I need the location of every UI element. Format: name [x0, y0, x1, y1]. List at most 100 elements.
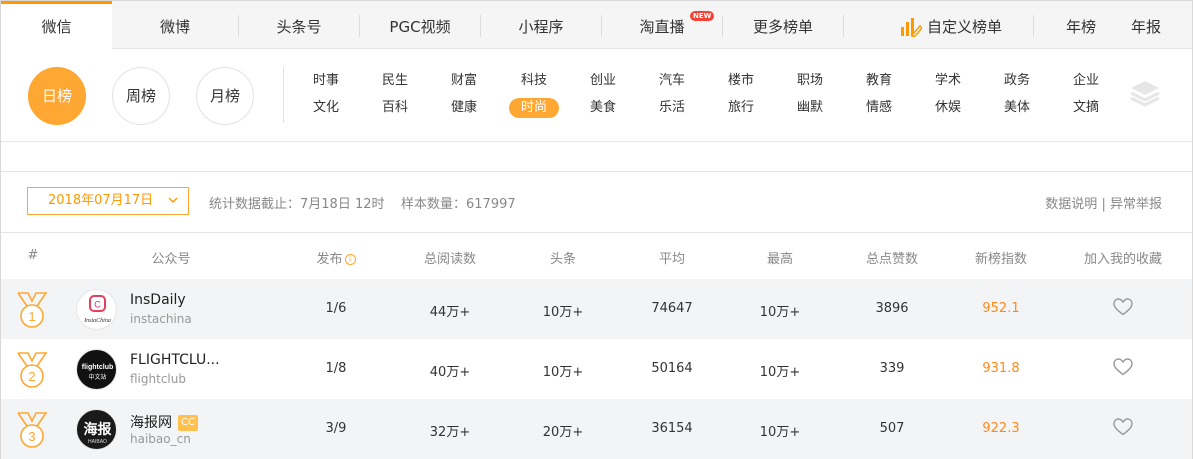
- category-row1-1[interactable]: 民生: [370, 71, 420, 91]
- report-abuse-link[interactable]: 异常举报: [1110, 197, 1162, 212]
- cell-total-read: 32万+: [429, 425, 471, 440]
- cell-headline: 10万+: [542, 305, 584, 320]
- category-row1-5[interactable]: 汽车: [647, 71, 697, 91]
- cell-likes: 339: [879, 361, 905, 376]
- rank-number: 3: [28, 429, 35, 444]
- help-links: 数据说明 | 异常举报: [1045, 193, 1162, 212]
- layers-icon[interactable]: [1129, 79, 1161, 109]
- cell-avg: 74647: [651, 301, 693, 316]
- account-name[interactable]: 海报网 CC: [130, 412, 198, 432]
- info-icon[interactable]: i: [344, 254, 356, 265]
- category-row1-2[interactable]: 财富: [439, 71, 489, 91]
- category-row2-3[interactable]: 时尚: [509, 98, 559, 118]
- category-row1-10[interactable]: 政务: [992, 71, 1042, 91]
- medal-icon: 3: [17, 412, 48, 448]
- table-row[interactable]: 2 flightclub 中文站 FLIGHTCLU... flightclub 1…: [1, 339, 1192, 399]
- avatar-text: 海报: [84, 421, 112, 438]
- heart-icon[interactable]: [1113, 358, 1133, 376]
- table-row[interactable]: 1 C InstaChina InsDaily instachina 1/6 44万+…: [1, 279, 1192, 339]
- col-average: 平均: [658, 252, 685, 267]
- avatar-text: flightclub: [82, 364, 114, 371]
- category-row1-6[interactable]: 楼市: [716, 71, 766, 91]
- col-likes: 总点赞数: [865, 252, 918, 267]
- category-row1-3[interactable]: 科技: [509, 71, 559, 91]
- category-row2-4[interactable]: 美食: [578, 98, 628, 118]
- category-row1-0[interactable]: 时事: [301, 71, 351, 91]
- col-favorite: 加入我的收藏: [1083, 252, 1162, 267]
- period-monthly[interactable]: 月榜: [196, 67, 254, 125]
- category-row2-9[interactable]: 休娱: [923, 98, 973, 118]
- category-row2-8[interactable]: 情感: [854, 98, 904, 118]
- category-row1-8[interactable]: 教育: [854, 71, 904, 91]
- stats-summary: 统计数据截止：7月18日 12时 样本数量：617997: [209, 197, 516, 212]
- date-picker[interactable]: 2018年07月17日: [27, 187, 189, 215]
- year-list-link[interactable]: 年榜: [1053, 1, 1109, 49]
- col-index: 新榜指数: [974, 252, 1027, 267]
- new-badge: NEW: [690, 11, 715, 21]
- tab-taobao-live[interactable]: 淘直播: [602, 1, 722, 49]
- cell-likes: 507: [879, 421, 905, 436]
- avatar[interactable]: C InstaChina: [76, 289, 117, 330]
- account-name-text[interactable]: InsDaily: [130, 292, 186, 308]
- category-row1-4[interactable]: 创业: [578, 71, 628, 91]
- cell-total-read: 40万+: [429, 365, 471, 380]
- account-name-text[interactable]: 海报网: [130, 415, 172, 431]
- col-max: 最高: [766, 252, 793, 267]
- cell-publish: 1/8: [325, 361, 347, 376]
- cell-avg: 50164: [651, 361, 693, 376]
- table-row[interactable]: 3 海报 HAIBAO 海报网 CC haibao_cn 3/9 32万+ 20万+ 361…: [1, 399, 1192, 459]
- tab-wechat[interactable]: 微信: [1, 1, 112, 50]
- cell-max: 10万+: [759, 305, 801, 320]
- top-nav: 微信 微博 头条号 PGC视频 小程序 淘直播 NEW 更多榜单 自定义榜单 年…: [1, 1, 1192, 50]
- account-name[interactable]: InsDaily: [130, 292, 186, 308]
- data-explain-link[interactable]: 数据说明: [1045, 197, 1097, 212]
- section-divider: [1, 141, 1192, 142]
- col-headline: 头条: [549, 252, 576, 267]
- cell-likes: 3896: [875, 301, 909, 316]
- filter-area: 日榜 周榜 月榜 时事 民生 财富 科技 创业 汽车 楼市 职场 教育 学术 政务 企业文化 百科 健康时…: [1, 49, 1192, 141]
- heart-icon[interactable]: [1113, 298, 1133, 316]
- category-row1-7[interactable]: 职场: [785, 71, 835, 91]
- tab-weibo[interactable]: 微博: [112, 1, 238, 49]
- col-total-read: 总阅读数: [423, 252, 476, 267]
- category-row2-7[interactable]: 幽默: [785, 98, 835, 118]
- cell-index: 931.8: [982, 361, 1020, 376]
- category-row1-9[interactable]: 学术: [923, 71, 973, 91]
- category-row1-11[interactable]: 企业: [1061, 71, 1111, 91]
- account-name[interactable]: FLIGHTCLU...: [130, 352, 220, 368]
- tab-mini-program[interactable]: 小程序: [481, 1, 601, 49]
- avatar[interactable]: flightclub 中文站: [76, 349, 117, 390]
- category-row2-10[interactable]: 美体: [992, 98, 1042, 118]
- cell-headline: 10万+: [542, 365, 584, 380]
- tab-pgc-video[interactable]: PGC视频: [360, 1, 480, 49]
- category-row2-1[interactable]: 百科: [370, 98, 420, 118]
- rank-number: 1: [28, 309, 35, 324]
- tab-more-lists[interactable]: 更多榜单: [723, 1, 843, 49]
- avatar[interactable]: 海报 HAIBAO: [76, 409, 117, 450]
- tab-toutiao[interactable]: 头条号: [239, 1, 359, 49]
- heart-icon[interactable]: [1113, 418, 1133, 436]
- category-row2-2[interactable]: 健康: [439, 98, 489, 118]
- avatar-text: InstaChina: [83, 318, 111, 324]
- category-row2-11[interactable]: 文摘: [1061, 98, 1111, 118]
- cell-index: 922.3: [982, 421, 1020, 436]
- chevron-down-icon: [168, 197, 178, 203]
- col-publish-label: 发布: [316, 252, 343, 267]
- cell-avg: 36154: [651, 421, 693, 436]
- period-daily[interactable]: 日榜: [28, 67, 86, 125]
- avatar-subtext: HAIBAO: [88, 439, 107, 445]
- period-weekly[interactable]: 周榜: [112, 67, 170, 125]
- account-id: instachina: [130, 312, 192, 326]
- custom-list-link[interactable]: 自定义榜单: [927, 1, 1011, 49]
- account-name-text[interactable]: FLIGHTCLU...: [130, 352, 220, 368]
- avatar-subtext: 中文站: [88, 373, 106, 381]
- category-row2-5[interactable]: 乐活: [647, 98, 697, 118]
- col-publish: 发布 i: [306, 248, 366, 267]
- annual-report-link[interactable]: 年报: [1118, 1, 1174, 49]
- category-row2-6[interactable]: 旅行: [716, 98, 766, 118]
- col-account: 公众号: [151, 252, 191, 267]
- category-row2-0[interactable]: 文化: [301, 98, 351, 118]
- medal-icon: 1: [17, 292, 48, 328]
- account-id: haibao_cn: [130, 432, 191, 446]
- cc-badge: CC: [178, 415, 198, 431]
